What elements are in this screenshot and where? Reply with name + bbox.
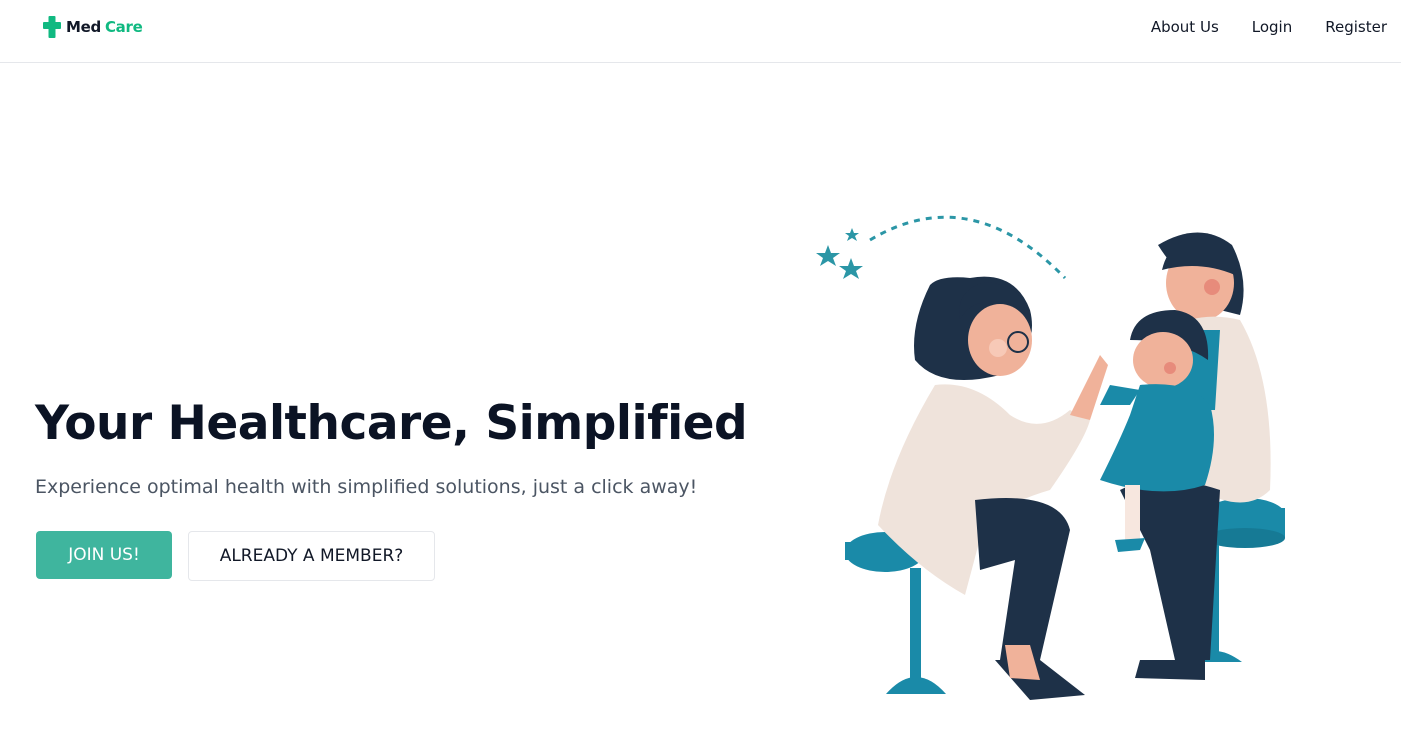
medical-cross-icon [43,16,61,38]
brand-name-part2: Care [104,18,143,36]
dashed-arc [869,215,1067,280]
logo[interactable]: Med Care [42,15,143,39]
nav-register[interactable]: Register [1325,18,1387,36]
nav-about-us[interactable]: About Us [1151,18,1219,36]
brand-name-part1: Med [66,18,101,36]
navbar: Med Care About Us Login Register [0,0,1401,63]
stars-icon [816,228,863,279]
hero-illustration [816,215,1285,700]
hero-subtitle: Experience optimal health with simplifie… [35,476,698,498]
nav-links: About Us Login Register [1118,18,1387,36]
brand-name: Med Care [66,18,143,36]
hero-title: Your Healthcare, Simplified [35,396,748,451]
already-member-button[interactable]: ALREADY A MEMBER? [188,531,435,581]
join-us-button[interactable]: JOIN US! [36,531,172,579]
nav-login[interactable]: Login [1252,18,1292,36]
